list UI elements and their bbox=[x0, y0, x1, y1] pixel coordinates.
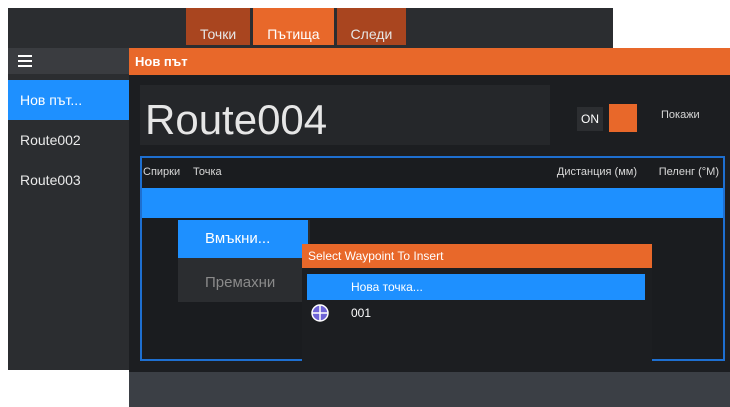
dialog-title: Нов път bbox=[129, 48, 730, 75]
remove-menu-item: Премахни bbox=[205, 274, 276, 291]
show-toggle[interactable] bbox=[609, 104, 637, 132]
tab-bar: Точки Пътища Следи bbox=[186, 8, 407, 45]
header-point: Точка bbox=[193, 166, 222, 178]
insert-menu-item[interactable]: Вмъкни... bbox=[178, 220, 308, 258]
route-item-route002[interactable]: Route002 bbox=[8, 120, 130, 160]
header-distance: Дистанция (мм) bbox=[556, 166, 637, 178]
menu-icon[interactable] bbox=[18, 55, 32, 67]
new-waypoint-option[interactable]: Нова точка... bbox=[307, 274, 645, 300]
tab-waypoints[interactable]: Точки bbox=[186, 8, 251, 45]
waypoint-label-001: 001 bbox=[351, 306, 372, 320]
table-header: Спирки Точка Дистанция (мм) Пеленг (°M) bbox=[142, 162, 723, 182]
new-waypoint-label: Нова точка... bbox=[351, 280, 423, 294]
table-row[interactable] bbox=[142, 188, 723, 218]
route-name-text: Route004 bbox=[145, 96, 328, 143]
bottom-bar bbox=[129, 372, 730, 407]
route-item-new[interactable]: Нов път... bbox=[8, 80, 130, 120]
tab-routes[interactable]: Пътища bbox=[253, 8, 334, 45]
route-item-route003[interactable]: Route003 bbox=[8, 160, 130, 200]
context-menu: Вмъкни... Премахни bbox=[178, 220, 310, 302]
route-list: Нов път... Route002 Route003 bbox=[8, 80, 130, 200]
header-bearing: Пеленг (°M) bbox=[658, 166, 719, 178]
popup-title: Select Waypoint To Insert bbox=[302, 244, 652, 268]
toggle-label: ON bbox=[577, 107, 603, 131]
select-waypoint-popup: Select Waypoint To Insert Нова точка... … bbox=[302, 244, 652, 366]
show-label: Покажи bbox=[661, 109, 700, 121]
tab-trails[interactable]: Следи bbox=[336, 8, 407, 45]
header-stops: Спирки bbox=[143, 166, 181, 178]
waypoint-icon bbox=[311, 304, 329, 322]
waypoint-option-001[interactable]: 001 bbox=[307, 300, 645, 326]
